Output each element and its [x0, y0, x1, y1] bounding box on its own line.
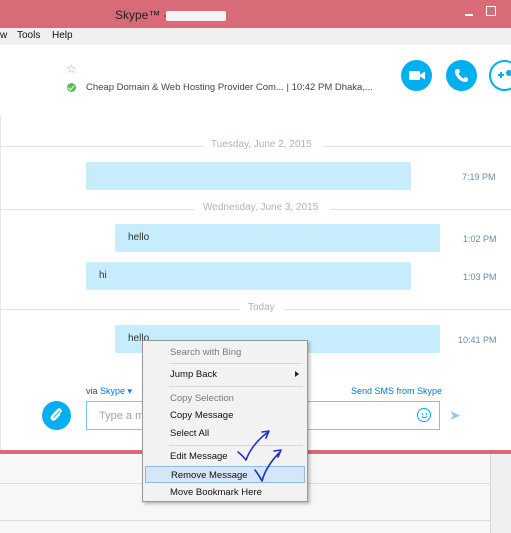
attach-file-button[interactable]: [42, 401, 71, 430]
submenu-arrow-icon: [295, 371, 299, 377]
via-service-dropdown[interactable]: Skype ▾: [100, 386, 132, 396]
menu-item-label: Copy Message: [170, 410, 234, 421]
menu-select-all[interactable]: Select All: [145, 425, 305, 442]
title-redaction: [166, 11, 226, 21]
date-separator: Today: [0, 302, 511, 316]
emoji-icon[interactable]: [417, 408, 431, 422]
video-call-button[interactable]: [401, 60, 432, 91]
message-time: 7:19 PM: [462, 172, 496, 182]
online-status-icon: [67, 83, 76, 92]
add-contact-icon: [498, 70, 511, 78]
message-time: 10:41 PM: [458, 335, 497, 345]
date-rule: [285, 309, 511, 310]
add-contact-button[interactable]: [489, 60, 511, 91]
date-rule: [0, 209, 195, 210]
via-prefix: via: [86, 386, 98, 396]
message-text: hello: [128, 232, 150, 243]
date-separator: Wednesday, June 3, 2015: [0, 202, 511, 216]
paperclip-icon: [50, 408, 62, 421]
divider: [0, 520, 490, 521]
via-selector[interactable]: via Skype ▾: [86, 386, 132, 397]
conversation-header: ☆ Cheap Domain & Web Hosting Provider Co…: [0, 45, 511, 115]
date-label: Today: [248, 302, 275, 313]
menu-item-label: Select All: [170, 428, 210, 439]
date-label: Tuesday, June 2, 2015: [211, 139, 312, 150]
menu-separator: [169, 445, 303, 446]
minimize-button[interactable]: [463, 6, 475, 18]
date-rule: [322, 146, 511, 147]
context-menu: Search with Bing Jump Back Copy Selectio…: [142, 340, 308, 502]
message-input-placeholder: Type a m: [99, 410, 145, 422]
menu-edit-message[interactable]: Edit Message: [145, 448, 305, 465]
menu-item-label: Jump Back: [170, 369, 217, 380]
menu-jump-back[interactable]: Jump Back: [145, 366, 305, 383]
message-bubble[interactable]: hello: [115, 224, 440, 252]
menu-item-label: Edit Message: [170, 451, 228, 462]
left-border: [0, 115, 1, 450]
star-icon[interactable]: ☆: [66, 62, 77, 76]
menu-item-label: Copy Selection: [170, 393, 234, 404]
audio-call-button[interactable]: [446, 60, 477, 91]
phone-icon: [455, 69, 468, 82]
menu-tools[interactable]: Tools: [17, 30, 40, 41]
send-icon[interactable]: ➤: [449, 407, 461, 424]
date-rule: [330, 209, 511, 210]
message-bubble[interactable]: [86, 162, 411, 190]
message-time: 1:02 PM: [463, 234, 497, 244]
menu-search-with-bing[interactable]: Search with Bing: [145, 344, 305, 361]
contact-mood-text: Cheap Domain & Web Hosting Provider Com.…: [86, 82, 373, 93]
message-time: 1:03 PM: [463, 272, 497, 282]
menu-bar: w Tools Help: [0, 28, 511, 45]
menu-view[interactable]: w: [0, 30, 7, 41]
menu-move-bookmark[interactable]: Move Bookmark Here: [145, 484, 305, 501]
menu-copy-selection[interactable]: Copy Selection: [145, 390, 305, 407]
menu-remove-message[interactable]: Remove Message: [145, 466, 305, 483]
background-scrollbar: [490, 454, 511, 533]
menu-item-label: Search with Bing: [170, 347, 242, 358]
message-bubble[interactable]: hi: [86, 262, 411, 290]
message-text: hi: [99, 270, 107, 281]
date-rule: [0, 309, 240, 310]
menu-help[interactable]: Help: [52, 30, 73, 41]
window-title: Skype™ -: [115, 8, 168, 22]
menu-separator: [169, 386, 303, 387]
video-call-icon: [409, 71, 425, 80]
menu-copy-message[interactable]: Copy Message: [145, 407, 305, 424]
menu-item-label: Remove Message: [171, 470, 248, 481]
send-sms-link[interactable]: Send SMS from Skype: [351, 386, 442, 396]
date-separator: Tuesday, June 2, 2015: [0, 139, 511, 153]
menu-separator: [169, 363, 303, 364]
date-rule: [0, 146, 203, 147]
window-titlebar: Skype™ -: [0, 0, 511, 28]
date-label: Wednesday, June 3, 2015: [203, 202, 319, 213]
menu-item-label: Move Bookmark Here: [170, 487, 262, 498]
maximize-button[interactable]: [486, 6, 496, 16]
